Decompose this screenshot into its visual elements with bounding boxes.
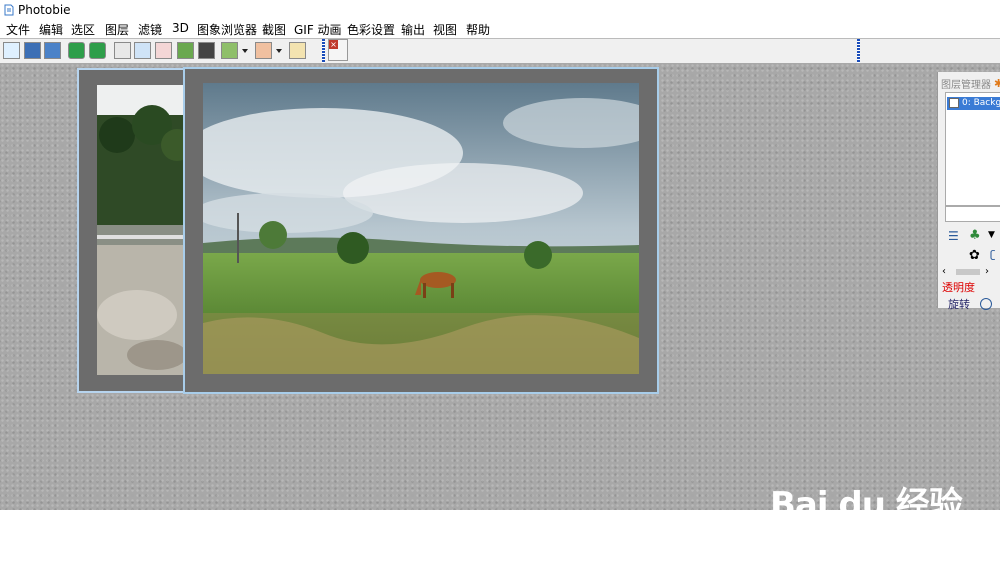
layer-name-input[interactable] — [945, 206, 1000, 222]
layer-tool-icon[interactable]: ʗ — [990, 248, 996, 261]
close-icon: × — [329, 40, 338, 49]
watermark-url: jingyan.baidu.com — [768, 525, 925, 545]
menu-view[interactable]: 视图 — [433, 21, 457, 38]
star-icon: ✱ — [994, 77, 1000, 90]
menu-image-browser[interactable]: 图象浏览器 — [197, 21, 257, 38]
zoom-icon[interactable] — [289, 42, 306, 59]
menu-bar: 文件 编辑 选区 图层 滤镜 3D 图象浏览器 截图 GIF 动画 色彩设置 输… — [0, 20, 1000, 38]
menu-edit[interactable]: 编辑 — [39, 21, 63, 38]
layer-options-dropdown-icon[interactable]: ▼ — [988, 230, 995, 240]
toolbar-grip[interactable] — [322, 39, 325, 63]
layer-effects-icon[interactable]: ✿ — [969, 248, 980, 263]
capture-icon[interactable] — [255, 42, 272, 59]
layer-list[interactable]: 0: Background — [945, 92, 1000, 206]
menu-gif-animation[interactable]: GIF 动画 — [294, 21, 342, 38]
toolbar-grip-right[interactable] — [857, 39, 860, 63]
panel-title: 图层管理器 — [941, 80, 991, 91]
crop-icon[interactable] — [114, 42, 131, 59]
cut-icon[interactable] — [155, 42, 172, 59]
menu-screenshot[interactable]: 截图 — [262, 21, 286, 38]
scroll-left-icon[interactable]: ‹ — [942, 266, 946, 277]
rotate-label: 旋转 — [948, 298, 970, 311]
toolbar: × — [0, 38, 1000, 64]
menu-selection[interactable]: 选区 — [71, 21, 95, 38]
layer-people-icon[interactable]: ♣ — [969, 228, 981, 243]
opacity-label: 透明度 — [942, 281, 975, 294]
rotate-slider-knob-icon[interactable] — [980, 298, 992, 310]
undo-icon[interactable] — [68, 42, 85, 59]
layer-row[interactable]: 0: Background — [947, 97, 1000, 110]
menu-filter[interactable]: 滤镜 — [138, 21, 162, 38]
menu-output[interactable]: 输出 — [401, 21, 425, 38]
save-icon[interactable] — [44, 42, 61, 59]
panel-scrollbar[interactable] — [956, 269, 980, 275]
scroll-right-icon[interactable]: › — [985, 266, 989, 277]
title-bar: Photobie — [0, 0, 1000, 20]
image-window-front[interactable] — [183, 67, 659, 394]
copy-icon[interactable] — [134, 42, 151, 59]
menu-help[interactable]: 帮助 — [466, 21, 490, 38]
new-file-icon[interactable] — [3, 42, 20, 59]
workspace: Bai du 经验 jingyan.baidu.com — [0, 63, 1000, 545]
horse-landscape-photo — [203, 83, 639, 374]
menu-3d[interactable]: 3D — [172, 21, 189, 35]
layer-order-icon[interactable]: ☰ — [948, 229, 959, 243]
screenshot-dropdown-icon[interactable] — [242, 49, 248, 53]
screenshot-icon[interactable] — [221, 42, 238, 59]
document-close-button[interactable]: × — [328, 39, 348, 61]
hot-spring-photo — [97, 85, 189, 375]
capture-dropdown-icon[interactable] — [276, 49, 282, 53]
layer-visibility-checkbox[interactable] — [949, 97, 959, 108]
open-file-icon[interactable] — [24, 42, 41, 59]
paste-new-icon[interactable] — [198, 42, 215, 59]
baidu-watermark: Bai du 经验 jingyan.baidu.com — [768, 463, 1000, 563]
layer-manager-panel: 图层管理器 ✱ 0: Background ☰ ♣ ▼ ✿ ʗ ‹ › 透明度 … — [937, 72, 1000, 311]
watermark-brand: Bai du 经验 — [770, 485, 963, 525]
app-icon — [4, 4, 14, 16]
menu-layer[interactable]: 图层 — [105, 21, 129, 38]
paste-icon[interactable] — [177, 42, 194, 59]
window-title: Photobie — [18, 3, 71, 17]
menu-color-settings[interactable]: 色彩设置 — [347, 21, 395, 38]
menu-file[interactable]: 文件 — [6, 21, 30, 38]
redo-icon[interactable] — [89, 42, 106, 59]
image-window-back[interactable] — [77, 68, 189, 393]
layer-name: 0: Background — [962, 98, 1000, 108]
